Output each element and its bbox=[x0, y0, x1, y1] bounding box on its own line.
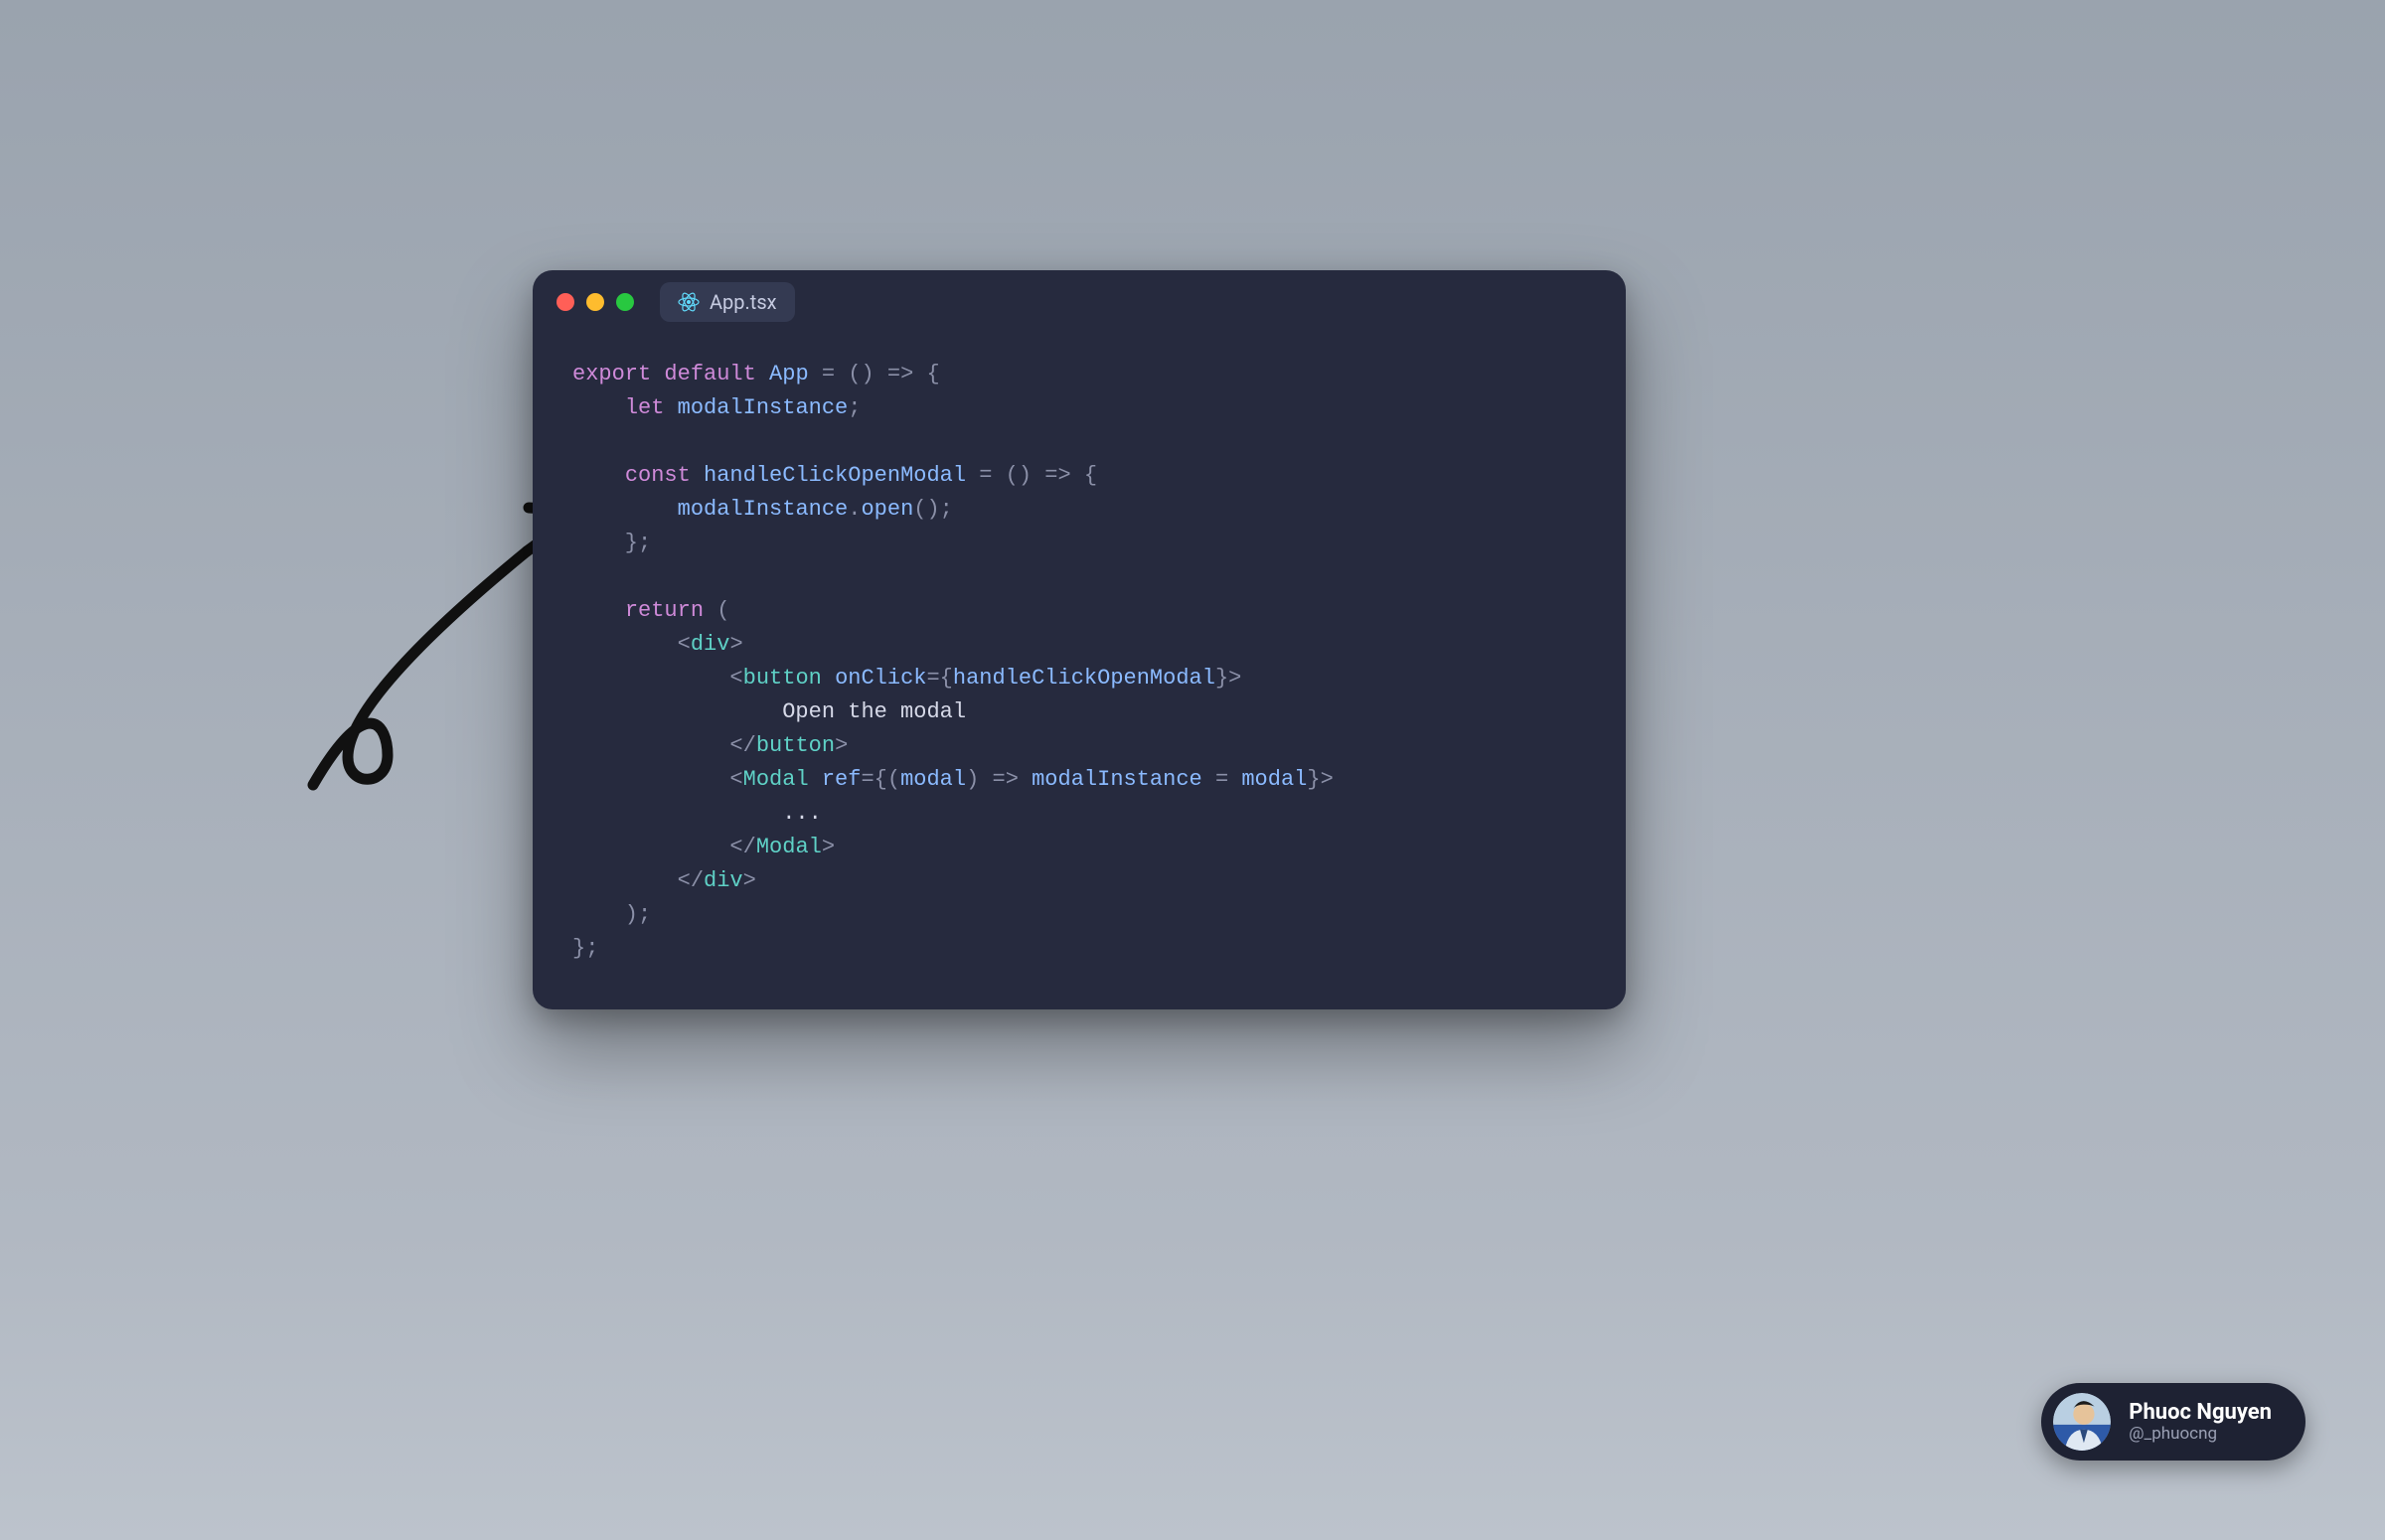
author-name: Phuoc Nguyen bbox=[2129, 1400, 2272, 1425]
code-line: let modalInstance; bbox=[572, 391, 1586, 425]
author-handle: @_phuocng bbox=[2129, 1425, 2272, 1445]
window-titlebar: App.tsx bbox=[533, 270, 1626, 334]
minimize-icon[interactable] bbox=[586, 293, 604, 311]
code-line: }; bbox=[572, 527, 1586, 560]
code-line: const handleClickOpenModal = () => { bbox=[572, 459, 1586, 493]
close-icon[interactable] bbox=[556, 293, 574, 311]
code-line: </div> bbox=[572, 864, 1586, 898]
code-line: </button> bbox=[572, 729, 1586, 763]
traffic-lights bbox=[556, 293, 634, 311]
code-line: return ( bbox=[572, 594, 1586, 628]
code-line: ); bbox=[572, 898, 1586, 932]
code-line: ... bbox=[572, 797, 1586, 831]
file-tab[interactable]: App.tsx bbox=[660, 282, 795, 322]
zoom-icon[interactable] bbox=[616, 293, 634, 311]
tab-filename: App.tsx bbox=[710, 290, 777, 314]
code-line bbox=[572, 425, 1586, 459]
code-line: <div> bbox=[572, 628, 1586, 662]
author-badge[interactable]: Phuoc Nguyen @_phuocng bbox=[2041, 1383, 2306, 1461]
code-line: <button onClick={handleClickOpenModal}> bbox=[572, 662, 1586, 695]
code-line: </Modal> bbox=[572, 831, 1586, 864]
code-line: Open the modal bbox=[572, 695, 1586, 729]
code-line: export default App = () => { bbox=[572, 358, 1586, 391]
code-line: }; bbox=[572, 932, 1586, 966]
avatar bbox=[2053, 1393, 2111, 1451]
code-line bbox=[572, 560, 1586, 594]
code-line: <Modal ref={(modal) => modalInstance = m… bbox=[572, 763, 1586, 797]
code-block: export default App = () => { let modalIn… bbox=[533, 334, 1626, 1009]
react-icon bbox=[678, 291, 700, 313]
code-window: App.tsx export default App = () => { let… bbox=[533, 270, 1626, 1009]
code-line: modalInstance.open(); bbox=[572, 493, 1586, 527]
